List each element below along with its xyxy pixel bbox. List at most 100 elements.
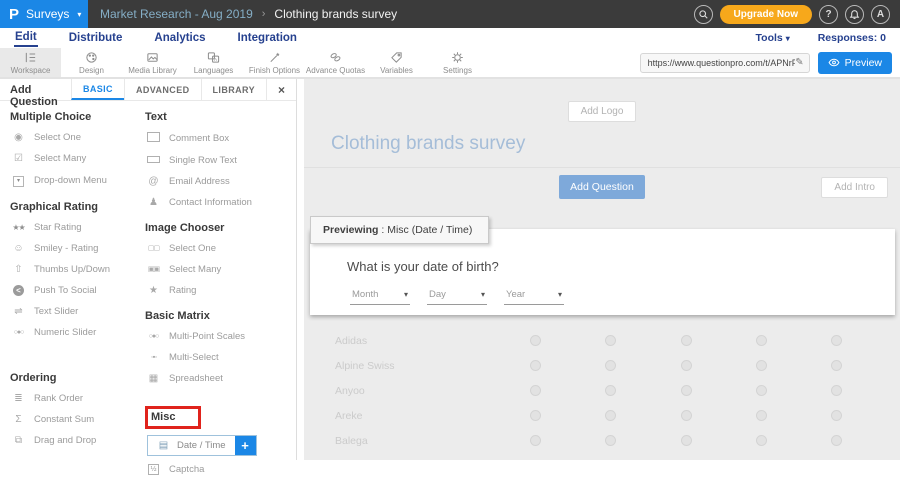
qtype-smiley-rating[interactable]: ☺Smiley - Rating — [10, 243, 145, 254]
toolbar-item-settings[interactable]: Settings — [427, 48, 488, 77]
qtype-image-select-one[interactable]: ▢▢Select One — [145, 243, 295, 254]
radio-button[interactable] — [756, 385, 767, 396]
add-logo-button[interactable]: Add Logo — [568, 101, 637, 122]
avatar-letter: A — [877, 9, 884, 20]
toolbar-item-variables[interactable]: Variables — [366, 48, 427, 77]
survey-url-input[interactable] — [648, 58, 796, 68]
breadcrumb: Market Research - Aug 2019 › Clothing br… — [100, 7, 397, 21]
radio-button[interactable] — [756, 335, 767, 346]
toolbar-item-finish-options[interactable]: Finish Options — [244, 48, 305, 77]
survey-title[interactable]: Clothing brands survey — [331, 133, 900, 155]
upgrade-now-button[interactable]: Upgrade Now — [720, 5, 812, 24]
qtype-date-time[interactable]: ▤ Date / Time + — [147, 435, 257, 456]
radio-button[interactable] — [530, 335, 541, 346]
radio-button[interactable] — [605, 385, 616, 396]
qtype-multi-select[interactable]: ▫▪▫Multi-Select — [145, 352, 295, 363]
qtype-comment-box[interactable]: Comment Box — [145, 132, 295, 145]
toolbar-item-languages[interactable]: A Languages — [183, 48, 244, 77]
radio-button[interactable] — [831, 360, 842, 371]
chevron-down-icon: ▾ — [786, 34, 790, 43]
toolbar-item-design[interactable]: Design — [61, 48, 122, 77]
product-menu[interactable]: P Surveys ▾ — [0, 0, 88, 28]
radio-button[interactable] — [831, 410, 842, 421]
radio-button[interactable] — [605, 335, 616, 346]
day-label: Day — [429, 289, 446, 300]
qtype-label: Email Address — [169, 176, 230, 187]
day-select[interactable]: Day▾ — [427, 289, 487, 305]
qtype-text-slider[interactable]: ⇌Text Slider — [10, 306, 145, 317]
year-select[interactable]: Year▾ — [504, 289, 564, 305]
qtype-captcha[interactable]: ½Captcha — [145, 463, 295, 475]
search-button[interactable] — [694, 5, 713, 24]
preview-button[interactable]: Preview — [818, 52, 892, 74]
tab-advanced[interactable]: ADVANCED — [124, 79, 201, 100]
toolbar-item-advance-quotas[interactable]: Advance Quotas — [305, 48, 366, 77]
nav-item-integration[interactable]: Integration — [237, 31, 298, 46]
account-avatar[interactable]: A — [871, 5, 890, 24]
toolbar-item-media-library[interactable]: Media Library — [122, 48, 183, 77]
qtype-label: Numeric Slider — [34, 327, 96, 338]
nav-item-distribute[interactable]: Distribute — [68, 31, 124, 46]
radio-button[interactable] — [681, 435, 692, 446]
close-panel-button[interactable]: × — [266, 79, 296, 100]
date-selects: Month▾ Day▾ Year▾ — [350, 289, 895, 305]
tab-basic[interactable]: BASIC — [71, 79, 124, 100]
radio-button[interactable] — [605, 435, 616, 446]
qtype-label: Drag and Drop — [34, 435, 96, 446]
radio-button[interactable] — [530, 410, 541, 421]
qtype-image-select-many[interactable]: ▣▣Select Many — [145, 264, 295, 275]
qtype-constant-sum[interactable]: ΣConstant Sum — [10, 414, 145, 425]
qtype-label: Push To Social — [34, 285, 97, 296]
bell-icon — [849, 9, 860, 20]
qtype-numeric-slider[interactable]: ○●○Numeric Slider — [10, 327, 145, 338]
qtype-select-one[interactable]: ◉Select One — [10, 132, 145, 143]
radio-button[interactable] — [831, 335, 842, 346]
qtype-star-rating[interactable]: ★★Star Rating — [10, 222, 145, 233]
radio-button[interactable] — [530, 435, 541, 446]
month-select[interactable]: Month▾ — [350, 289, 410, 305]
qtype-image-rating[interactable]: ★Rating — [145, 285, 295, 296]
qtype-select-many[interactable]: ☑Select Many — [10, 153, 145, 164]
radio-button[interactable] — [831, 435, 842, 446]
add-intro-button[interactable]: Add Intro — [821, 177, 888, 198]
breadcrumb-parent[interactable]: Market Research - Aug 2019 — [100, 7, 253, 21]
qtype-single-row-text[interactable]: Single Row Text — [145, 155, 295, 166]
nav-item-analytics[interactable]: Analytics — [153, 31, 206, 46]
qtype-dropdown-menu[interactable]: ▾Drop-down Menu — [10, 174, 145, 187]
radio-button[interactable] — [756, 410, 767, 421]
radio-button[interactable] — [756, 360, 767, 371]
tools-menu[interactable]: Tools ▾ — [756, 32, 790, 44]
radio-button[interactable] — [681, 335, 692, 346]
radio-button[interactable] — [681, 410, 692, 421]
responses-count[interactable]: Responses: 0 — [818, 32, 886, 44]
sigma-icon: Σ — [10, 414, 27, 425]
qtype-email-address[interactable]: @Email Address — [145, 176, 295, 187]
tab-library[interactable]: LIBRARY — [201, 79, 266, 100]
add-date-time-button[interactable]: + — [235, 436, 256, 455]
tag-icon — [390, 51, 403, 64]
radio-button[interactable] — [530, 385, 541, 396]
notifications-button[interactable] — [845, 5, 864, 24]
radio-button[interactable] — [831, 385, 842, 396]
qtype-label: Drop-down Menu — [34, 175, 107, 186]
radio-button[interactable] — [605, 410, 616, 421]
qtype-contact-information[interactable]: ♟Contact Information — [145, 197, 295, 208]
radio-button[interactable] — [681, 360, 692, 371]
qtype-rank-order[interactable]: ≣Rank Order — [10, 393, 145, 404]
toolbar-item-label: Settings — [443, 66, 472, 75]
toolbar-item-workspace[interactable]: Workspace — [0, 48, 61, 77]
toolbar-item-label: Design — [79, 66, 104, 75]
nav-item-edit[interactable]: Edit — [14, 30, 38, 47]
radio-button[interactable] — [530, 360, 541, 371]
help-button[interactable]: ? — [819, 5, 838, 24]
qtype-multi-point-scales[interactable]: ○●○Multi-Point Scales — [145, 331, 295, 342]
radio-button[interactable] — [681, 385, 692, 396]
qtype-spreadsheet[interactable]: ▦Spreadsheet — [145, 373, 295, 384]
edit-url-icon[interactable]: ✎ — [795, 57, 803, 68]
qtype-push-to-social[interactable]: <Push To Social — [10, 285, 145, 296]
qtype-thumbs-up-down[interactable]: ⇧Thumbs Up/Down — [10, 264, 145, 275]
qtype-drag-and-drop[interactable]: ⧉Drag and Drop — [10, 435, 145, 446]
radio-button[interactable] — [605, 360, 616, 371]
radio-button[interactable] — [756, 435, 767, 446]
add-question-button[interactable]: Add Question — [559, 175, 645, 199]
